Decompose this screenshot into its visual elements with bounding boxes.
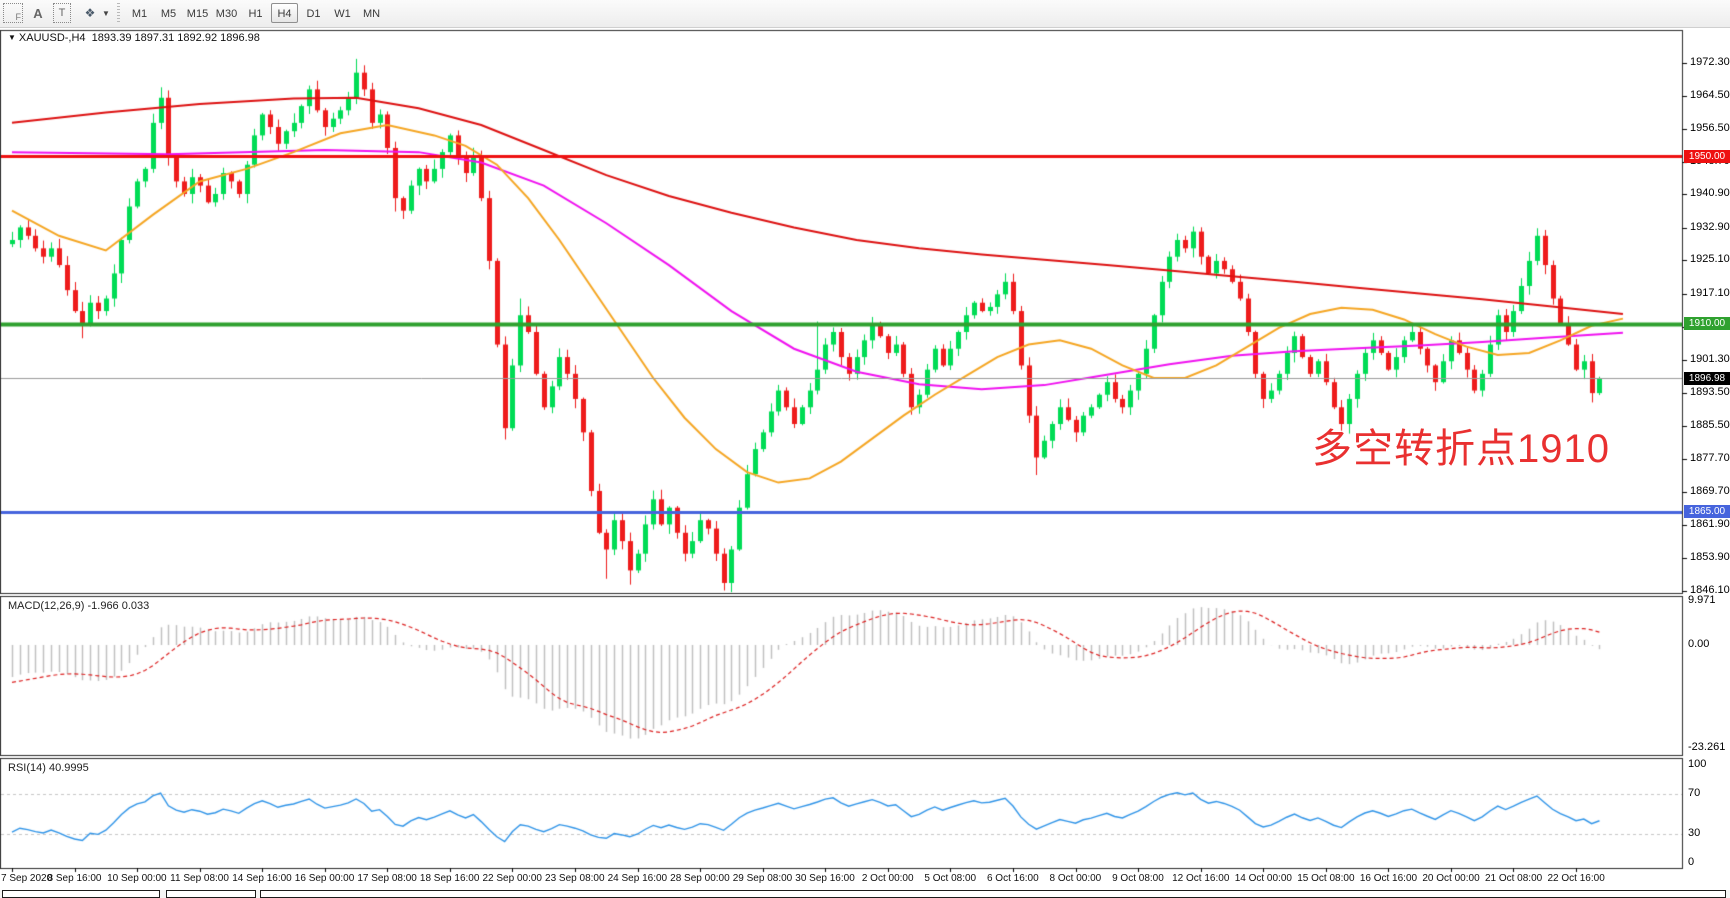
price-axis-tick: 1893.50 [1690,386,1730,398]
time-axis-label: 22 Sep 00:00 [482,873,542,884]
toolbar: F A T ❖ ▼ M1M5M15M30H1H4D1W1MN [0,0,1730,28]
chart-tab[interactable] [166,890,256,898]
time-axis-label: 8 Oct 00:00 [1050,873,1102,884]
rsi-axis-tick: 70 [1688,787,1700,799]
timeframe-button-m30[interactable]: M30 [213,3,240,23]
grid-f-icon[interactable]: F [3,3,23,23]
time-axis-label: 23 Sep 08:00 [545,873,605,884]
time-axis-label: 2 Oct 00:00 [862,873,914,884]
time-axis-label: 10 Sep 00:00 [107,873,167,884]
timeframe-button-m1[interactable]: M1 [126,3,153,23]
timeframe-button-w1[interactable]: W1 [329,3,356,23]
timeframe-button-m15[interactable]: M15 [184,3,211,23]
price-axis-tick: 1861.90 [1690,518,1730,530]
price-axis-tick: 1877.70 [1690,452,1730,464]
time-axis-label: 24 Sep 16:00 [608,873,668,884]
macd-values: -1.966 0.033 [87,600,149,612]
timeframe-button-m5[interactable]: M5 [155,3,182,23]
timeframe-button-h4[interactable]: H4 [271,3,298,23]
bid-price-label: 1896.98 [1684,372,1730,385]
time-axis-label: 12 Oct 16:00 [1172,873,1229,884]
price-axis-tick: 1853.90 [1690,551,1730,563]
rsi-axis-tick: 0 [1688,856,1694,868]
price-axis-tick: 1925.10 [1690,253,1730,265]
chart-text-annotation: 多空转折点1910 [1312,416,1610,474]
dropdown-caret-icon[interactable]: ▼ [101,3,111,23]
macd-axis-tick: 0.00 [1688,638,1709,650]
macd-axis-tick: -23.261 [1688,741,1725,753]
time-axis-label: 16 Sep 00:00 [295,873,355,884]
price-axis-tick: 1901.30 [1690,353,1730,365]
time-axis-label: 14 Oct 00:00 [1235,873,1292,884]
hline-price-label: 1910.00 [1684,317,1730,330]
arrange-arrows-icon[interactable]: ❖ [80,3,100,23]
chart-collapse-icon[interactable]: ▼ [8,33,16,42]
hline-price-label: 1950.00 [1684,150,1730,163]
timeframe-button-d1[interactable]: D1 [300,3,327,23]
time-axis-label: 29 Sep 08:00 [733,873,793,884]
price-axis-tick: 1956.50 [1690,122,1730,134]
time-axis-label: 7 Sep 2020 [1,873,52,884]
time-axis-label: 8 Sep 16:00 [48,873,102,884]
rsi-label: RSI(14) 40.9995 [8,762,89,774]
timeframe-button-mn[interactable]: MN [358,3,385,23]
time-axis-label: 6 Oct 16:00 [987,873,1039,884]
price-axis-tick: 1885.50 [1690,419,1730,431]
price-axis-tick: 1869.70 [1690,485,1730,497]
chart-tab-strip [0,890,1730,898]
rsi-axis-tick: 30 [1688,827,1700,839]
time-axis-label: 22 Oct 16:00 [1548,873,1605,884]
time-axis-label: 16 Oct 16:00 [1360,873,1417,884]
chart-ohlc-values: 1893.39 1897.31 1892.92 1896.98 [92,32,260,44]
chart-title: ▼XAUUSD-,H4 1893.39 1897.31 1892.92 1896… [8,32,260,44]
time-axis-label: 18 Sep 16:00 [420,873,480,884]
time-axis-label: 17 Sep 08:00 [357,873,417,884]
macd-axis-tick: 9.971 [1688,594,1716,606]
hline-price-label: 1865.00 [1684,505,1730,518]
rsi-value: 40.9995 [49,762,89,774]
rsi-axis-tick: 100 [1688,758,1706,770]
price-axis-tick: 1972.30 [1690,56,1730,68]
time-axis-label: 5 Oct 08:00 [924,873,976,884]
text-a-icon[interactable]: A [30,3,46,23]
chart-symbol-period: XAUUSD-,H4 [19,32,86,44]
time-axis-label: 11 Sep 08:00 [170,873,229,884]
time-axis-label: 28 Sep 00:00 [670,873,730,884]
macd-label: MACD(12,26,9) -1.966 0.033 [8,600,149,612]
price-axis-tick: 1964.50 [1690,89,1730,101]
time-axis-label: 20 Oct 00:00 [1422,873,1479,884]
price-axis-tick: 1940.90 [1690,187,1730,199]
time-axis-label: 21 Oct 08:00 [1485,873,1542,884]
toolbar-separator [117,3,120,23]
chart-tab[interactable] [260,890,1726,898]
timeframe-button-h1[interactable]: H1 [242,3,269,23]
time-axis-label: 9 Oct 08:00 [1112,873,1164,884]
label-t-icon[interactable]: T [53,3,71,23]
time-axis-label: 30 Sep 16:00 [795,873,855,884]
price-axis-tick: 1917.10 [1690,287,1730,299]
time-axis-label: 14 Sep 16:00 [232,873,292,884]
chart-tab[interactable] [2,890,160,898]
mt4-terminal-window: { "toolbar": { "icons": [ {"name": "grid… [0,0,1730,898]
time-axis-label: 15 Oct 08:00 [1297,873,1354,884]
price-axis-tick: 1932.90 [1690,221,1730,233]
